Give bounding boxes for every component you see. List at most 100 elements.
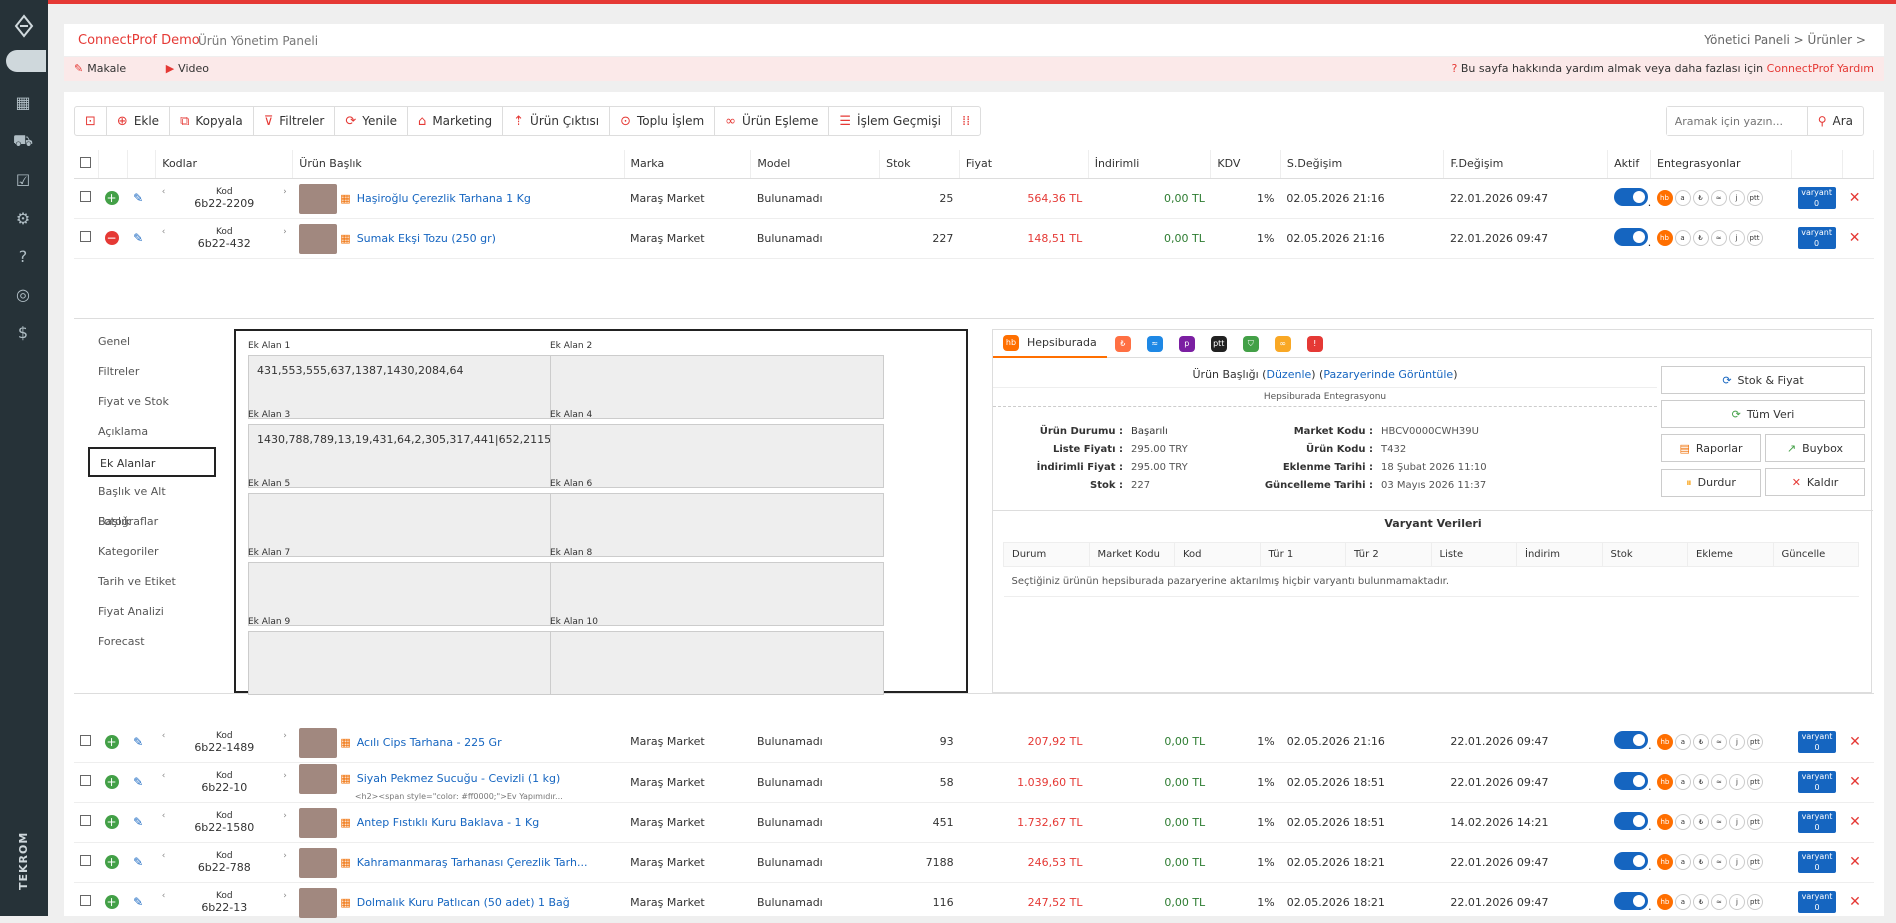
filters-button[interactable]: ⊽ Filtreler [254, 107, 336, 135]
edit-icon[interactable]: ✎ [133, 895, 143, 909]
col-stock[interactable]: Stok [879, 150, 960, 179]
export-button[interactable]: ⇡ Ürün Çıktısı [503, 107, 611, 135]
match-button[interactable]: ∞ Ürün Eşleme [715, 107, 830, 135]
delete-icon[interactable]: ✕ [1849, 774, 1861, 790]
search-button[interactable]: ⚲ Ara [1806, 107, 1863, 135]
marketplace-icon[interactable]: ₺ [1692, 814, 1709, 830]
expand-icon[interactable]: + [104, 855, 119, 869]
detail-menu-item[interactable]: Kategoriler [88, 537, 198, 567]
amazon-icon[interactable]: a [1674, 854, 1691, 870]
delete-icon[interactable]: ✕ [1849, 190, 1861, 206]
delete-icon[interactable]: ✕ [1849, 854, 1861, 870]
marketplace-icon[interactable]: ₺ [1692, 190, 1709, 206]
article-link[interactable]: ✎ Makale [74, 62, 144, 75]
product-thumbnail[interactable] [298, 727, 337, 758]
hepsiburada-icon[interactable]: hb [1656, 894, 1673, 910]
chevron-right-icon[interactable]: › [283, 186, 287, 198]
variant-button[interactable]: varyant 0 [1797, 187, 1836, 209]
col-vat[interactable]: KDV [1210, 150, 1281, 179]
expand-icon[interactable]: + [104, 734, 119, 749]
chevron-left-icon[interactable]: ‹ [162, 226, 166, 238]
col-brand[interactable]: Marka [624, 150, 752, 179]
dashboard-icon[interactable]: ▦ [12, 92, 34, 114]
marketplace-icon[interactable]: ≈ [1710, 774, 1727, 790]
product-name[interactable]: ▦ Dolmalık Kuru Patlıcan (50 adet) 1 Bağ [340, 896, 569, 909]
warning-icon[interactable]: ! [1306, 335, 1323, 352]
edit-icon[interactable]: ✎ [133, 231, 143, 245]
hepsiburada-icon[interactable]: hb [1656, 733, 1673, 750]
checklist-icon[interactable]: ☑ [12, 170, 34, 192]
row-checkbox[interactable] [80, 895, 91, 906]
variant-button[interactable]: varyant 0 [1798, 851, 1837, 873]
extra-field-input[interactable] [550, 631, 884, 695]
amazon-icon[interactable]: a [1674, 230, 1691, 246]
breadcrumb[interactable]: Yönetici Paneli > Ürünler > [1704, 33, 1866, 47]
expand-icon[interactable]: + [104, 895, 119, 909]
row-checkbox[interactable] [80, 734, 91, 746]
detail-menu-item[interactable]: Fotoğraflar [88, 507, 198, 537]
ptt-icon[interactable]: ptt [1746, 854, 1763, 870]
table-row[interactable]: + ✎ ‹ › Kod 6b22-1489 ▦ Acılı Cips Tarhana -… [74, 722, 1874, 763]
marketplace-icon[interactable]: j [1728, 814, 1745, 830]
stock-price-button[interactable]: ⟳ Stok & Fiyat [1661, 366, 1865, 394]
variant-button[interactable]: varyant 0 [1797, 227, 1836, 249]
col-active[interactable]: Aktif [1607, 150, 1651, 179]
ptt-icon[interactable]: ptt [1746, 190, 1763, 206]
table-row[interactable]: + ✎ ‹ › Kod 6b22-2209 ▦ Haşiroğlu Çerezlik T… [74, 178, 1874, 219]
detail-menu-item[interactable]: Fiyat Analizi [88, 597, 198, 627]
edit-icon[interactable]: ✎ [133, 855, 143, 869]
delete-icon[interactable]: ✕ [1849, 734, 1861, 750]
basket-icon[interactable]: ⛉ [1242, 335, 1259, 352]
detail-menu-item[interactable]: Filtreler [88, 357, 198, 387]
collapse-icon[interactable]: − [104, 231, 119, 245]
marketplace-icon[interactable]: ≈ [1710, 190, 1727, 206]
col-model[interactable]: Model [750, 150, 881, 179]
marketplace-icon[interactable]: ₺ [1692, 774, 1709, 790]
amazon-icon[interactable]: a [1674, 774, 1691, 790]
amazon-icon[interactable]: a [1674, 190, 1691, 206]
marketplace-icon[interactable]: ≈ [1710, 854, 1727, 870]
detail-menu-item[interactable]: Fiyat ve Stok [88, 387, 198, 417]
tekrom-logo-icon[interactable] [10, 12, 38, 40]
product-name[interactable]: ▦ Siyah Pekmez Sucuğu - Cevizli (1 kg) [340, 772, 560, 785]
expand-icon[interactable]: + [104, 815, 119, 829]
copy-button[interactable]: ⧉ Kopyala [170, 107, 254, 135]
edit-icon[interactable]: ✎ [133, 735, 143, 749]
hepsiburada-icon[interactable]: hb [1656, 854, 1673, 870]
marketplace-icon[interactable]: j [1728, 190, 1745, 206]
marketplace-tab-icon[interactable]: ₺ [1114, 335, 1131, 352]
detail-menu-item[interactable]: Forecast [88, 627, 198, 657]
edit-icon[interactable]: ✎ [133, 815, 143, 829]
chevron-right-icon[interactable]: › [283, 226, 287, 238]
col-codes[interactable]: Kodlar [155, 150, 294, 179]
delete-icon[interactable]: ✕ [1849, 894, 1861, 910]
row-checkbox[interactable] [80, 775, 91, 786]
help-icon[interactable]: ? [12, 246, 34, 268]
grid-menu-button[interactable]: ⁞⁞ [952, 107, 980, 135]
col-changed[interactable]: F.Değişim [1443, 150, 1609, 179]
product-thumbnail[interactable] [298, 763, 337, 794]
ptt-icon[interactable]: ptt [1746, 774, 1763, 790]
active-toggle[interactable] [1613, 851, 1648, 870]
variant-button[interactable]: varyant 0 [1798, 730, 1837, 753]
marketplace-icon[interactable]: ≈ [1710, 894, 1727, 910]
marketplace-icon[interactable]: j [1728, 774, 1745, 790]
chevron-right-icon[interactable]: › [283, 730, 287, 742]
marketplace-tab-icon[interactable]: ∞ [1274, 335, 1291, 352]
product-thumbnail[interactable] [298, 848, 337, 878]
edit-icon[interactable]: ✎ [133, 191, 143, 205]
chevron-right-icon[interactable]: › [283, 890, 287, 902]
marketplace-icon[interactable]: j [1728, 894, 1745, 910]
all-data-button[interactable]: ⟳ Tüm Veri [1661, 400, 1865, 428]
select-all-checkbox[interactable] [80, 156, 91, 168]
detail-menu-item[interactable]: Başlık ve Alt Başlık [88, 477, 198, 528]
active-toggle[interactable] [1613, 731, 1648, 750]
detail-menu-item[interactable]: Açıklama [88, 417, 198, 447]
product-name[interactable]: ▦ Sumak Ekşi Tozu (250 gr) [340, 232, 496, 245]
marketplace-tab-icon[interactable]: ptt [1210, 335, 1227, 352]
hepsiburada-icon[interactable]: hb [1656, 814, 1673, 830]
history-button[interactable]: ☰ İşlem Geçmişi [829, 107, 952, 135]
chevron-left-icon[interactable]: ‹ [162, 770, 166, 782]
detail-menu-item[interactable]: Tarih ve Etiket [88, 567, 198, 597]
hepsiburada-icon[interactable]: hb [1656, 190, 1673, 206]
